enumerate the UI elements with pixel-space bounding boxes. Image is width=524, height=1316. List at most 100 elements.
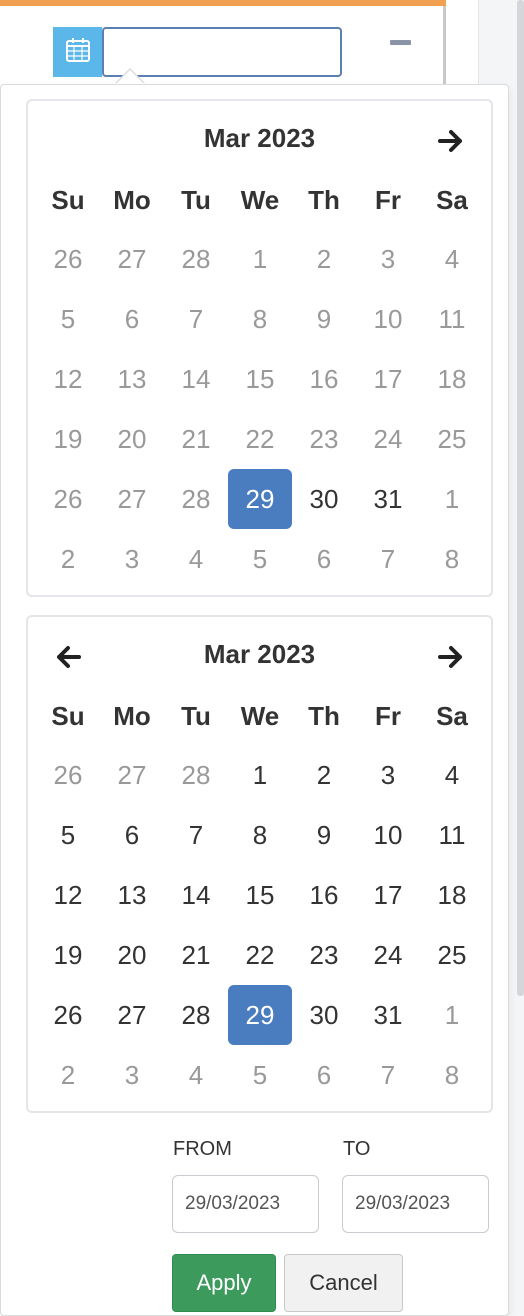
day-cell[interactable]: 18 [420, 865, 484, 925]
day-cell[interactable]: 3 [356, 745, 420, 805]
day-cell[interactable]: 15 [228, 865, 292, 925]
arrow-right-icon[interactable] [437, 127, 465, 155]
day-cell[interactable]: 7 [164, 289, 228, 349]
week-row: 26 27 28 29 30 31 1 [36, 469, 484, 529]
day-cell[interactable]: 11 [420, 289, 484, 349]
day-cell[interactable]: 2 [292, 229, 356, 289]
day-cell[interactable]: 3 [100, 529, 164, 589]
day-cell[interactable]: 4 [164, 1045, 228, 1105]
day-cell[interactable]: 18 [420, 349, 484, 409]
day-cell[interactable]: 12 [36, 349, 100, 409]
day-cell[interactable]: 6 [292, 1045, 356, 1105]
apply-button[interactable]: Apply [172, 1254, 276, 1312]
day-cell[interactable]: 25 [420, 409, 484, 469]
day-cell[interactable]: 26 [36, 229, 100, 289]
day-cell[interactable]: 28 [164, 985, 228, 1045]
day-cell-selected[interactable]: 29 [228, 469, 292, 529]
day-cell[interactable]: 13 [100, 865, 164, 925]
day-cell[interactable]: 8 [228, 805, 292, 865]
day-cell[interactable]: 24 [356, 925, 420, 985]
day-cell[interactable]: 23 [292, 409, 356, 469]
calendar-header: Mar 2023 [28, 617, 491, 697]
day-cell[interactable]: 26 [36, 985, 100, 1045]
day-cell[interactable]: 4 [420, 745, 484, 805]
day-cell[interactable]: 7 [164, 805, 228, 865]
day-cell[interactable]: 10 [356, 289, 420, 349]
day-cell[interactable]: 27 [100, 229, 164, 289]
day-cell[interactable]: 30 [292, 985, 356, 1045]
day-cell[interactable]: 25 [420, 925, 484, 985]
calendar-header: Mar 2023 [28, 101, 491, 181]
day-cell[interactable]: 8 [228, 289, 292, 349]
to-date-input[interactable] [342, 1175, 489, 1233]
day-cell[interactable]: 1 [420, 469, 484, 529]
day-cell[interactable]: 2 [292, 745, 356, 805]
day-cell[interactable]: 22 [228, 925, 292, 985]
day-cell[interactable]: 23 [292, 925, 356, 985]
day-cell[interactable]: 24 [356, 409, 420, 469]
weekday-label: Su [51, 185, 85, 215]
arrow-right-icon[interactable] [437, 643, 465, 671]
day-cell[interactable]: 14 [164, 865, 228, 925]
day-cell[interactable]: 27 [100, 745, 164, 805]
minus-icon[interactable] [390, 40, 411, 45]
day-cell[interactable]: 2 [36, 1045, 100, 1105]
day-cell[interactable]: 12 [36, 865, 100, 925]
day-cell[interactable]: 5 [36, 289, 100, 349]
from-date-input[interactable] [172, 1175, 319, 1233]
day-cell[interactable]: 5 [36, 805, 100, 865]
day-cell[interactable]: 15 [228, 349, 292, 409]
day-cell[interactable]: 3 [100, 1045, 164, 1105]
calendar-button[interactable] [53, 27, 102, 77]
day-cell[interactable]: 8 [420, 529, 484, 589]
day-cell[interactable]: 20 [100, 409, 164, 469]
day-cell[interactable]: 3 [356, 229, 420, 289]
week-row: 12 13 14 15 16 17 18 [36, 349, 484, 409]
day-cell[interactable]: 1 [228, 229, 292, 289]
day-cell[interactable]: 14 [164, 349, 228, 409]
day-cell[interactable]: 28 [164, 469, 228, 529]
day-cell[interactable]: 2 [36, 529, 100, 589]
day-cell[interactable]: 16 [292, 349, 356, 409]
day-cell[interactable]: 6 [100, 289, 164, 349]
day-cell[interactable]: 1 [228, 745, 292, 805]
day-cell[interactable]: 20 [100, 925, 164, 985]
day-cell[interactable]: 5 [228, 1045, 292, 1105]
day-cell[interactable]: 10 [356, 805, 420, 865]
day-cell[interactable]: 21 [164, 409, 228, 469]
day-cell[interactable]: 1 [420, 985, 484, 1045]
day-cell[interactable]: 17 [356, 349, 420, 409]
day-cell[interactable]: 31 [356, 469, 420, 529]
scrollbar-thumb[interactable] [517, 0, 524, 996]
day-cell[interactable]: 26 [36, 745, 100, 805]
day-cell[interactable]: 17 [356, 865, 420, 925]
day-cell[interactable]: 4 [420, 229, 484, 289]
day-cell[interactable]: 6 [100, 805, 164, 865]
day-cell[interactable]: 26 [36, 469, 100, 529]
day-cell[interactable]: 5 [228, 529, 292, 589]
day-cell[interactable]: 28 [164, 229, 228, 289]
day-cell[interactable]: 27 [100, 985, 164, 1045]
cancel-button[interactable]: Cancel [284, 1254, 403, 1312]
day-cell[interactable]: 8 [420, 1045, 484, 1105]
day-cell[interactable]: 22 [228, 409, 292, 469]
day-cell[interactable]: 11 [420, 805, 484, 865]
day-cell[interactable]: 28 [164, 745, 228, 805]
day-cell[interactable]: 27 [100, 469, 164, 529]
day-cell[interactable]: 19 [36, 409, 100, 469]
day-cell[interactable]: 19 [36, 925, 100, 985]
day-cell[interactable]: 9 [292, 805, 356, 865]
day-cell[interactable]: 16 [292, 865, 356, 925]
day-cell[interactable]: 7 [356, 529, 420, 589]
week-row: 19 20 21 22 23 24 25 [36, 409, 484, 469]
day-cell[interactable]: 30 [292, 469, 356, 529]
day-cell[interactable]: 13 [100, 349, 164, 409]
day-cell[interactable]: 4 [164, 529, 228, 589]
day-cell-selected[interactable]: 29 [228, 985, 292, 1045]
date-range-picker: Mar 2023 Su Mo Tu We Th Fr Sa 26 27 28 1 2 3 4 5 6 7 8 9 1… [0, 84, 509, 1316]
day-cell[interactable]: 7 [356, 1045, 420, 1105]
day-cell[interactable]: 21 [164, 925, 228, 985]
day-cell[interactable]: 31 [356, 985, 420, 1045]
day-cell[interactable]: 6 [292, 529, 356, 589]
day-cell[interactable]: 9 [292, 289, 356, 349]
